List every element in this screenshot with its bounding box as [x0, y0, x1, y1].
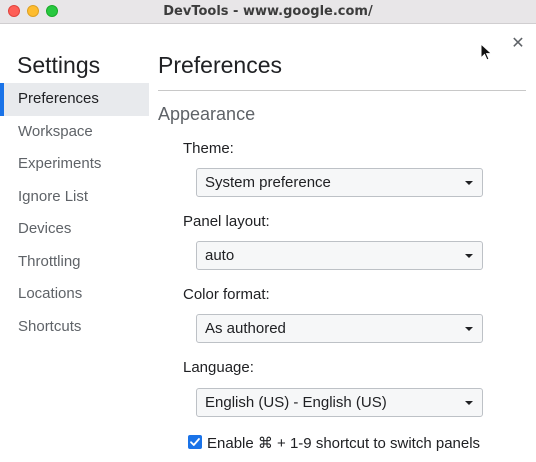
color-format-label: Color format:: [183, 286, 270, 303]
window-title: DevTools - www.google.com/: [163, 4, 373, 19]
heading-divider: [158, 90, 526, 91]
sidebar-item-shortcuts[interactable]: Shortcuts: [0, 311, 149, 344]
color-format-select[interactable]: As authored: [196, 314, 483, 343]
checkmark-icon: [190, 438, 200, 446]
panel-layout-label: Panel layout:: [183, 213, 270, 230]
sidebar-item-workspace[interactable]: Workspace: [0, 116, 149, 149]
language-label: Language:: [183, 359, 254, 376]
sidebar-item-experiments[interactable]: Experiments: [0, 148, 149, 181]
page-title: Preferences: [158, 52, 283, 78]
shortcut-checkbox-label[interactable]: Enable ⌘ + 1-9 shortcut to switch panels: [207, 434, 480, 452]
language-select-value: English (US) - English (US): [205, 394, 387, 411]
settings-sidebar: Preferences Workspace Experiments Ignore…: [0, 83, 149, 343]
color-format-select-value: As authored: [205, 320, 286, 337]
chevron-down-icon: [465, 401, 473, 405]
shortcut-checkbox[interactable]: [188, 435, 202, 449]
sidebar-item-locations[interactable]: Locations: [0, 278, 149, 311]
chevron-down-icon: [465, 181, 473, 185]
window-titlebar: DevTools - www.google.com/: [0, 0, 536, 24]
panel-layout-select[interactable]: auto: [196, 241, 483, 270]
sidebar-item-preferences[interactable]: Preferences: [0, 83, 149, 116]
sidebar-item-devices[interactable]: Devices: [0, 213, 149, 246]
theme-select[interactable]: System preference: [196, 168, 483, 197]
theme-select-value: System preference: [205, 174, 331, 191]
sidebar-item-throttling[interactable]: Throttling: [0, 246, 149, 279]
theme-label: Theme:: [183, 140, 234, 157]
close-icon[interactable]: ✕: [510, 35, 526, 53]
chevron-down-icon: [465, 254, 473, 258]
settings-heading: Settings: [17, 52, 101, 78]
language-select[interactable]: English (US) - English (US): [196, 388, 483, 417]
mouse-pointer-icon: [480, 43, 493, 61]
section-title-appearance: Appearance: [158, 104, 256, 124]
panel-layout-select-value: auto: [205, 247, 235, 264]
sidebar-item-ignore-list[interactable]: Ignore List: [0, 181, 149, 214]
chevron-down-icon: [465, 327, 473, 331]
